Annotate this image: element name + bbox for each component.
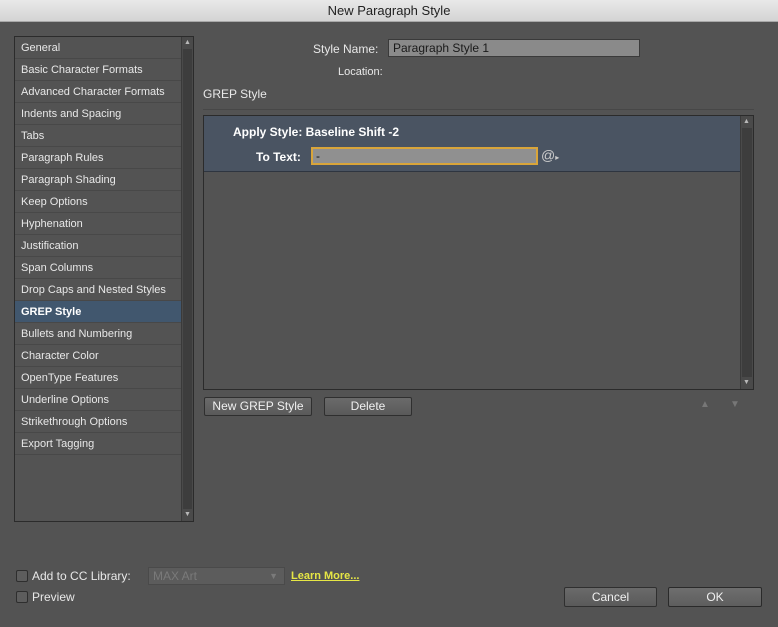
preview-checkbox[interactable] — [16, 591, 28, 603]
sidebar-item-tabs[interactable]: Tabs — [15, 125, 181, 147]
sidebar-item-hyphenation[interactable]: Hyphenation — [15, 213, 181, 235]
sidebar-item-justification[interactable]: Justification — [15, 235, 181, 257]
sidebar-item-basic-character-formats[interactable]: Basic Character Formats — [15, 59, 181, 81]
sidebar-item-paragraph-rules[interactable]: Paragraph Rules — [15, 147, 181, 169]
apply-style-text[interactable]: Apply Style: Baseline Shift -2 — [233, 125, 399, 139]
category-list-items: General Basic Character Formats Advanced C… — [15, 37, 181, 521]
special-characters-icon[interactable]: @▸ — [541, 147, 559, 163]
sidebar-item-drop-caps-and-nested-styles[interactable]: Drop Caps and Nested Styles — [15, 279, 181, 301]
preview-label: Preview — [32, 590, 75, 604]
section-title: GREP Style — [203, 87, 267, 101]
move-up-icon[interactable]: ▲ — [700, 399, 710, 410]
window-title: New Paragraph Style — [327, 3, 451, 18]
add-to-cc-library-label: Add to CC Library: — [32, 569, 131, 583]
section-divider — [203, 109, 754, 110]
sidebar-item-character-color[interactable]: Character Color — [15, 345, 181, 367]
learn-more-link[interactable]: Learn More... — [291, 570, 359, 582]
sidebar-item-general[interactable]: General — [15, 37, 181, 59]
delete-button[interactable]: Delete — [324, 397, 412, 416]
scrollbar-track[interactable] — [742, 128, 752, 377]
grep-style-entry[interactable]: Apply Style: Baseline Shift -2 To Text: … — [204, 116, 741, 172]
window-title-bar: New Paragraph Style — [0, 0, 778, 22]
sidebar-item-advanced-character-formats[interactable]: Advanced Character Formats — [15, 81, 181, 103]
add-to-cc-library-checkbox[interactable] — [16, 570, 28, 582]
sidebar-item-opentype-features[interactable]: OpenType Features — [15, 367, 181, 389]
cc-library-select[interactable]: MAX Art ▼ — [148, 567, 285, 585]
sidebar-item-underline-options[interactable]: Underline Options — [15, 389, 181, 411]
scroll-down-arrow-icon[interactable]: ▼ — [741, 377, 752, 389]
sidebar-item-strikethrough-options[interactable]: Strikethrough Options — [15, 411, 181, 433]
move-down-icon[interactable]: ▼ — [730, 399, 740, 410]
sidebar-item-grep-style[interactable]: GREP Style — [15, 301, 181, 323]
sidebar-item-paragraph-shading[interactable]: Paragraph Shading — [15, 169, 181, 191]
scroll-down-arrow-icon[interactable]: ▼ — [182, 509, 193, 521]
to-text-input[interactable]: - — [311, 147, 538, 165]
cc-library-select-value: MAX Art — [153, 569, 198, 583]
scroll-up-arrow-icon[interactable]: ▲ — [741, 116, 752, 128]
sidebar-item-bullets-and-numbering[interactable]: Bullets and Numbering — [15, 323, 181, 345]
sidebar-item-span-columns[interactable]: Span Columns — [15, 257, 181, 279]
style-name-input[interactable]: Paragraph Style 1 — [388, 39, 640, 57]
cancel-button[interactable]: Cancel — [564, 587, 657, 607]
scrollbar-track[interactable] — [183, 49, 192, 509]
category-list-scrollbar[interactable]: ▲ ▼ — [181, 37, 193, 521]
location-label: Location: — [338, 66, 383, 78]
grep-list-scrollbar[interactable]: ▲ ▼ — [740, 116, 753, 389]
scroll-up-arrow-icon[interactable]: ▲ — [182, 37, 193, 49]
grep-style-list: Apply Style: Baseline Shift -2 To Text: … — [203, 115, 754, 390]
sidebar-item-export-tagging[interactable]: Export Tagging — [15, 433, 181, 455]
chevron-down-icon: ▼ — [269, 571, 278, 581]
sidebar-item-keep-options[interactable]: Keep Options — [15, 191, 181, 213]
ok-button[interactable]: OK — [668, 587, 762, 607]
new-grep-style-button[interactable]: New GREP Style — [204, 397, 312, 416]
category-list: General Basic Character Formats Advanced C… — [14, 36, 194, 522]
to-text-label: To Text: — [256, 150, 301, 164]
sidebar-item-indents-and-spacing[interactable]: Indents and Spacing — [15, 103, 181, 125]
style-name-label: Style Name: — [313, 42, 379, 56]
